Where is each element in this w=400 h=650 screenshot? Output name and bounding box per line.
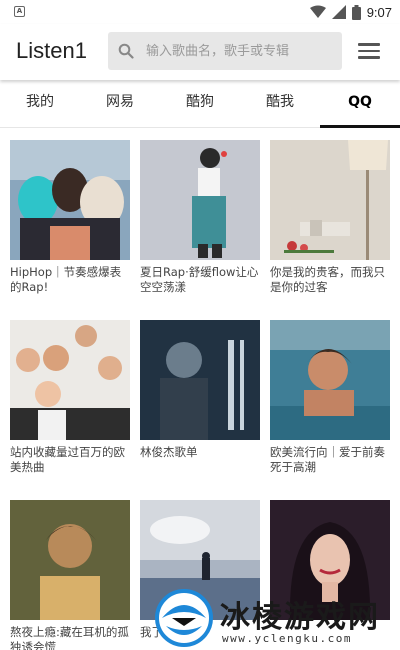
- watermark-title: 冰棱游戏网: [220, 600, 380, 635]
- status-icons: 9:07: [309, 3, 392, 21]
- playlist-title: 站内收藏量过百万的欧美热曲: [10, 445, 125, 474]
- tab-kuwo[interactable]: 酷我: [240, 80, 320, 127]
- playlist-cover: [270, 320, 390, 440]
- playlist-title: 林俊杰歌单: [140, 445, 198, 459]
- playlist-cover: [140, 320, 260, 440]
- playlist-cover: [10, 500, 130, 620]
- playlist-cover: [10, 140, 130, 260]
- hamburger-menu-icon[interactable]: [356, 40, 382, 62]
- tab-qq[interactable]: QQ: [320, 80, 400, 128]
- playlist-card[interactable]: HipHop｜节奏感爆表的Rap!: [10, 140, 132, 295]
- source-tabs: 我的 网易 酷狗 酷我 QQ: [0, 80, 400, 128]
- playlist-cover: [10, 320, 130, 440]
- playlist-title: 夏日Rap·舒缓flow让心空空荡漾: [140, 265, 259, 294]
- watermark-url: www.yclengku.com: [222, 632, 352, 645]
- battery-icon: [351, 4, 361, 20]
- notification-icon: A: [14, 6, 25, 17]
- app-bar: Listen1: [0, 24, 400, 80]
- search-icon: [118, 43, 134, 59]
- playlist-cover: [140, 140, 260, 260]
- playlist-title: 熬夜上瘾:藏在耳机的孤独诱会慌: [10, 625, 129, 650]
- wifi-icon: [309, 5, 326, 18]
- playlist-title: 欧美流行向｜爱于前奏死于高潮: [270, 445, 385, 474]
- playlist-card[interactable]: 熬夜上瘾:藏在耳机的孤独诱会慌: [10, 500, 132, 650]
- signal-icon: [331, 5, 346, 19]
- tab-mine[interactable]: 我的: [0, 80, 80, 127]
- playlist-card[interactable]: 林俊杰歌单: [140, 320, 262, 460]
- status-time: 9:07: [366, 4, 392, 20]
- search-box[interactable]: [108, 32, 342, 70]
- playlist-title: 你是我的贵客，而我只是你的过客: [270, 265, 385, 294]
- app-title: Listen1: [16, 38, 87, 63]
- playlist-card[interactable]: 你是我的贵客，而我只是你的过客: [270, 140, 392, 295]
- playlist-title: HipHop｜节奏感爆表的Rap!: [10, 265, 122, 294]
- search-input[interactable]: [146, 32, 336, 70]
- watermark-logo-icon: [155, 589, 213, 647]
- status-bar: A 9:07: [0, 0, 400, 24]
- tab-netease[interactable]: 网易: [80, 80, 160, 127]
- site-watermark: 冰棱游戏网 www.yclengku.com: [150, 586, 400, 650]
- playlist-card[interactable]: 欧美流行向｜爱于前奏死于高潮: [270, 320, 392, 475]
- playlist-card[interactable]: 站内收藏量过百万的欧美热曲: [10, 320, 132, 475]
- playlist-card[interactable]: 夏日Rap·舒缓flow让心空空荡漾: [140, 140, 262, 295]
- playlist-cover: [270, 140, 390, 260]
- playlist-grid: HipHop｜节奏感爆表的Rap! 夏日Rap·舒缓flow让心空空荡漾 你是我…: [0, 128, 400, 650]
- tab-kugou[interactable]: 酷狗: [160, 80, 240, 127]
